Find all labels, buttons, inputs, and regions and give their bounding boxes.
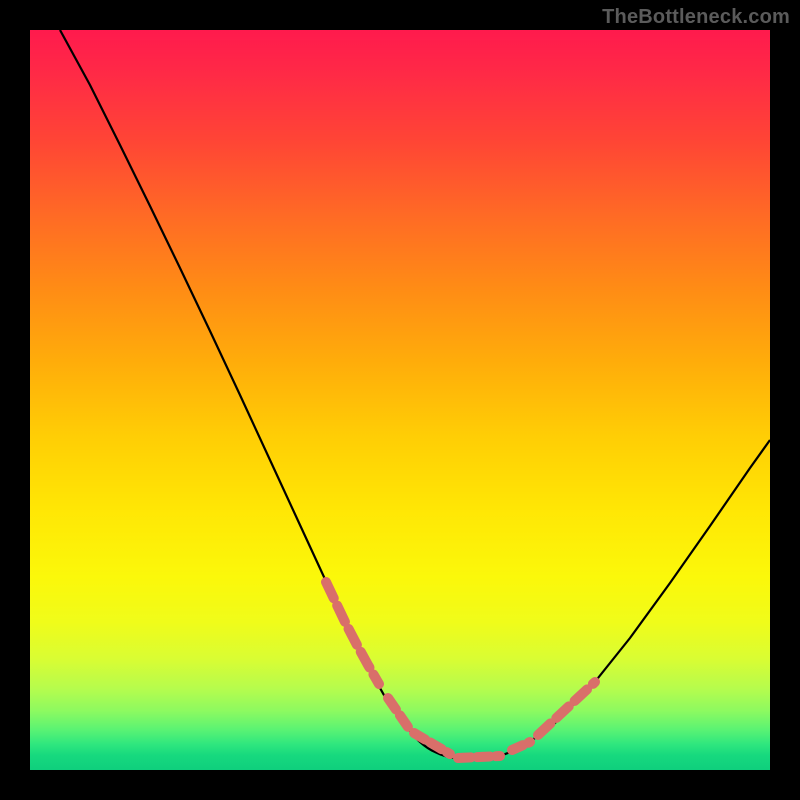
chart-plot-area bbox=[30, 30, 770, 770]
chart-svg bbox=[30, 30, 770, 770]
emphasis-segments bbox=[326, 582, 595, 758]
chart-frame: TheBottleneck.com bbox=[0, 0, 800, 800]
bottleneck-curve bbox=[60, 30, 770, 759]
watermark-text: TheBottleneck.com bbox=[602, 6, 790, 29]
